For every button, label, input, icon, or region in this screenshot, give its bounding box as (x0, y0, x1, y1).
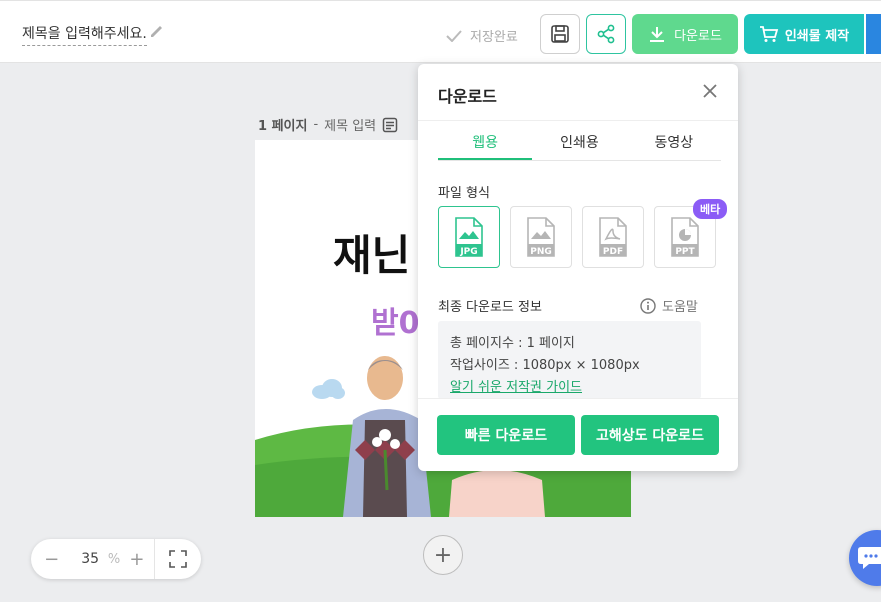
tab-video[interactable]: 동영상 (627, 124, 721, 160)
format-png-option[interactable]: PNG (510, 206, 572, 268)
ppt-file-icon: PPT (671, 217, 699, 257)
tab-web[interactable]: 웹용 (438, 124, 533, 160)
format-pdf-option[interactable]: PDF (582, 206, 644, 268)
help-link[interactable]: 도움말 (640, 296, 698, 315)
format-jpg-label: JPG (459, 247, 477, 257)
download-panel-title: 다운로드 (438, 87, 497, 106)
print-order-label: 인쇄물 제작 (784, 28, 850, 44)
copyright-guide-link[interactable]: 알기 쉬운 저작권 가이드 (450, 377, 689, 399)
chat-support-button[interactable] (849, 530, 881, 586)
beta-badge: 베타 (693, 199, 728, 219)
page-number: 1 페이지 (258, 119, 308, 134)
print-order-button[interactable]: 인쇄물 제작 (744, 14, 864, 54)
zoom-value[interactable]: 35 (72, 551, 107, 567)
help-label: 도움말 (662, 300, 698, 315)
final-download-info-label: 최종 다운로드 정보 (438, 300, 542, 315)
check-icon (446, 29, 462, 42)
fullscreen-icon (169, 550, 187, 568)
work-size-text: 작업사이즈 : 1080px × 1080px (450, 358, 640, 373)
quick-download-button[interactable]: 빠른 다운로드 (437, 415, 575, 455)
download-icon (650, 27, 665, 42)
total-pages-text: 총 페이지수 : 1 페이지 (450, 336, 575, 351)
memo-icon[interactable] (382, 117, 398, 133)
close-icon[interactable] (701, 82, 719, 100)
zoom-unit: % (107, 551, 121, 567)
jpg-file-icon: JPG (455, 217, 483, 257)
pdf-file-icon: PDF (599, 217, 627, 257)
page-separator: - (313, 117, 319, 132)
share-button[interactable] (586, 14, 626, 54)
download-button-label: 다운로드 (674, 28, 722, 44)
share-icon (597, 24, 615, 44)
cart-icon (759, 26, 779, 42)
save-button[interactable] (540, 14, 580, 54)
top-toolbar: 제목을 입력해주세요. 저장완료 다운로드 인쇄물 제작 (0, 0, 881, 63)
document-title-input[interactable]: 제목을 입력해주세요. (22, 23, 147, 46)
chat-icon (858, 547, 881, 569)
download-tabs: 웹용 인쇄용 동영상 (438, 124, 721, 161)
canvas-subtitle-text[interactable]: 받0 (371, 298, 419, 342)
download-info-box: 총 페이지수 : 1 페이지 작업사이즈 : 1080px × 1080px 알… (438, 321, 701, 399)
fit-screen-button[interactable] (153, 539, 201, 579)
download-button[interactable]: 다운로드 (632, 14, 738, 54)
canvas-title-text[interactable]: 재닌 (333, 222, 410, 283)
format-ppt-label: PPT (675, 247, 695, 257)
png-file-icon: PNG (527, 217, 555, 257)
download-panel: 다운로드 웹용 인쇄용 동영상 파일 형식 JPG PNG PDF PPT 베타… (418, 64, 738, 471)
high-res-download-button[interactable]: 고해상도 다운로드 (581, 415, 719, 455)
page-title-input[interactable]: 제목 입력 (324, 115, 376, 134)
info-icon (640, 297, 656, 314)
zoom-out-button[interactable]: − (31, 549, 72, 570)
save-status: 저장완료 (446, 26, 518, 45)
page-label: 1 페이지 - 제목 입력 (258, 115, 398, 134)
pencil-icon[interactable] (149, 23, 165, 39)
divider (418, 398, 738, 399)
more-options-button[interactable] (866, 14, 881, 54)
file-format-label: 파일 형식 (438, 186, 490, 201)
divider (418, 120, 738, 121)
floppy-disk-icon (551, 25, 569, 43)
format-png-label: PNG (530, 247, 552, 257)
format-pdf-label: PDF (603, 247, 623, 257)
format-jpg-option[interactable]: JPG (438, 206, 500, 268)
save-status-label: 저장완료 (470, 30, 518, 45)
zoom-in-button[interactable]: + (120, 549, 154, 570)
zoom-control: − 35 % + (31, 539, 201, 579)
tab-print[interactable]: 인쇄용 (532, 124, 626, 160)
add-page-button[interactable]: + (423, 535, 463, 575)
